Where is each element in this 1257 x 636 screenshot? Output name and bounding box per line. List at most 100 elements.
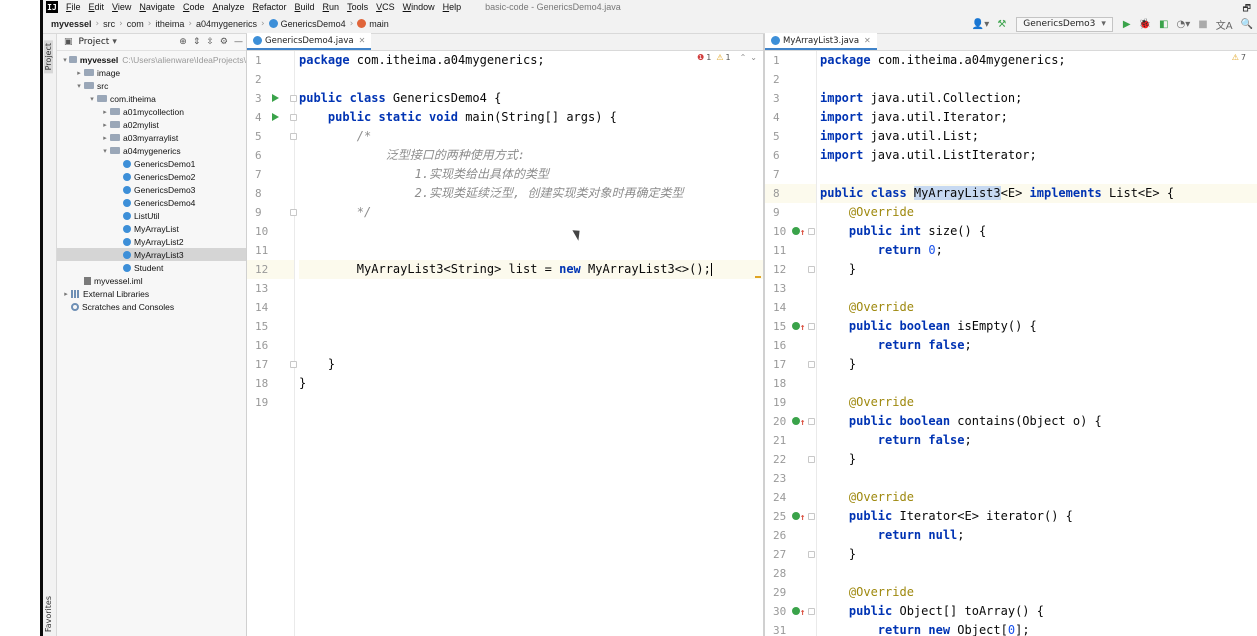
tool-tab-project[interactable]: Project xyxy=(44,40,53,74)
debug-icon[interactable]: 🐞 xyxy=(1139,19,1151,30)
tree-item-a01mycollection[interactable]: ▸ a01mycollection xyxy=(57,105,246,118)
fold-marker-icon[interactable] xyxy=(290,133,297,140)
stop-icon[interactable]: ■ xyxy=(1198,19,1207,30)
collapse-all-icon[interactable]: ⇳ xyxy=(206,37,214,47)
code-line[interactable]: public static void main(String[] args) { xyxy=(299,108,763,127)
implements-method-icon[interactable] xyxy=(792,417,800,425)
tree-item-genericsdemo1[interactable]: GenericsDemo1 xyxy=(57,157,246,170)
run-gutter-icon[interactable] xyxy=(272,94,279,102)
expand-arrow-icon[interactable]: ▸ xyxy=(100,121,110,129)
expand-all-icon[interactable]: ⇕ xyxy=(193,37,201,47)
code-line[interactable]: } xyxy=(299,355,763,374)
warning-scroll-marker[interactable] xyxy=(755,276,761,278)
fold-marker-icon[interactable] xyxy=(808,608,815,615)
expand-arrow-icon[interactable]: ▾ xyxy=(100,147,110,155)
tree-item-myvessel[interactable]: ▾ myvessel C:\Users\alienware\IdeaProjects… xyxy=(57,53,246,66)
fold-marker-icon[interactable] xyxy=(290,95,297,102)
tree-item-myarraylist3[interactable]: MyArrayList3 xyxy=(57,248,246,261)
tree-item-a04mygenerics[interactable]: ▾ a04mygenerics xyxy=(57,144,246,157)
code-line[interactable]: return null; xyxy=(820,526,1257,545)
expand-arrow-icon[interactable]: ▸ xyxy=(100,108,110,116)
tool-tab-favorites[interactable]: Favorites xyxy=(44,596,53,632)
menu-item-analyze[interactable]: Analyze xyxy=(212,2,244,12)
code-line[interactable] xyxy=(299,70,763,89)
code-line[interactable]: import java.util.Iterator; xyxy=(820,108,1257,127)
fold-marker-icon[interactable] xyxy=(290,114,297,121)
code-line[interactable]: @Override xyxy=(820,203,1257,222)
implements-method-icon[interactable] xyxy=(792,607,800,615)
gear-icon[interactable]: ⚙ xyxy=(220,37,228,47)
tree-item-a02mylist[interactable]: ▸ a02mylist xyxy=(57,118,246,131)
breadcrumb-project[interactable]: myvessel xyxy=(51,19,92,29)
code-line[interactable]: public boolean isEmpty() { xyxy=(820,317,1257,336)
fold-marker-icon[interactable] xyxy=(808,228,815,235)
code-line[interactable]: package com.itheima.a04mygenerics; xyxy=(820,51,1257,70)
code-line[interactable] xyxy=(820,374,1257,393)
profile-icon[interactable]: ◔▾ xyxy=(1177,19,1191,30)
tree-item-genericsdemo3[interactable]: GenericsDemo3 xyxy=(57,183,246,196)
translate-icon[interactable]: 文A xyxy=(1216,17,1233,32)
hide-icon[interactable]: — xyxy=(234,37,243,47)
tree-item-listutil[interactable]: ListUtil xyxy=(57,209,246,222)
menu-item-code[interactable]: Code xyxy=(183,2,205,12)
code-line[interactable] xyxy=(820,279,1257,298)
code-line[interactable]: } xyxy=(820,545,1257,564)
code-line[interactable]: @Override xyxy=(820,488,1257,507)
fold-marker-icon[interactable] xyxy=(290,209,297,216)
breadcrumb-src[interactable]: src xyxy=(103,19,115,29)
code-line[interactable] xyxy=(820,70,1257,89)
tree-item-src[interactable]: ▾ src xyxy=(57,79,246,92)
fold-marker-icon[interactable] xyxy=(290,361,297,368)
code-line[interactable]: return false; xyxy=(820,336,1257,355)
locate-icon[interactable]: ⊕ xyxy=(179,37,187,47)
implements-method-icon[interactable] xyxy=(792,512,800,520)
code-line[interactable]: public class MyArrayList3<E> implements … xyxy=(820,184,1257,203)
tree-item-external-libraries[interactable]: ▸ External Libraries xyxy=(57,287,246,300)
tree-item-myarraylist[interactable]: MyArrayList xyxy=(57,222,246,235)
code-area[interactable]: package com.itheima.a04mygenerics; public… xyxy=(297,51,763,636)
tree-item-myvessel-iml[interactable]: myvessel.iml xyxy=(57,274,246,287)
menu-item-file[interactable]: File xyxy=(66,2,81,12)
expand-arrow-icon[interactable]: ▾ xyxy=(87,95,97,103)
code-line[interactable]: return false; xyxy=(820,431,1257,450)
close-icon[interactable]: ✕ xyxy=(864,36,871,45)
build-hammer-icon[interactable]: ⚒ xyxy=(997,19,1006,30)
code-line[interactable] xyxy=(299,317,763,336)
code-line[interactable] xyxy=(299,279,763,298)
code-line[interactable]: */ xyxy=(299,203,763,222)
code-line[interactable] xyxy=(820,469,1257,488)
tree-item-genericsdemo2[interactable]: GenericsDemo2 xyxy=(57,170,246,183)
implements-method-icon[interactable] xyxy=(792,322,800,330)
fold-marker-icon[interactable] xyxy=(808,323,815,330)
expand-arrow-icon[interactable]: ▾ xyxy=(61,56,69,64)
code-line[interactable] xyxy=(299,393,763,412)
run-icon[interactable]: ▶ xyxy=(1123,19,1131,30)
tree-item-a03myarraylist[interactable]: ▸ a03myarraylist xyxy=(57,131,246,144)
search-icon[interactable]: 🔍 xyxy=(1241,19,1253,30)
expand-arrow-icon[interactable]: ▸ xyxy=(74,69,84,77)
code-line[interactable]: @Override xyxy=(820,583,1257,602)
menu-item-build[interactable]: Build xyxy=(295,2,315,12)
code-line[interactable]: } xyxy=(820,355,1257,374)
code-line[interactable]: 2.实现类延续泛型, 创建实现类对象时再确定类型 xyxy=(299,184,763,203)
menu-item-vcs[interactable]: VCS xyxy=(376,2,395,12)
breadcrumb-itheima[interactable]: itheima xyxy=(155,19,184,29)
user-icon[interactable]: 👤▾ xyxy=(972,19,989,30)
code-line[interactable]: MyArrayList3<String> list = new MyArrayL… xyxy=(299,260,763,279)
expand-arrow-icon[interactable]: ▸ xyxy=(61,290,71,298)
tree-item-scratches-and-consoles[interactable]: Scratches and Consoles xyxy=(57,300,246,313)
implements-method-icon[interactable] xyxy=(792,227,800,235)
menu-item-refactor[interactable]: Refactor xyxy=(253,2,287,12)
menu-item-run[interactable]: Run xyxy=(323,2,340,12)
editor-tab-myarraylist3[interactable]: MyArrayList3.java ✕ xyxy=(765,33,877,50)
code-line[interactable]: public Iterator<E> iterator() { xyxy=(820,507,1257,526)
breadcrumb-method[interactable]: main xyxy=(357,19,389,29)
chevron-down-icon[interactable]: ▾ xyxy=(112,37,117,47)
fold-marker-icon[interactable] xyxy=(808,456,815,463)
code-area[interactable]: package com.itheima.a04mygenerics; import… xyxy=(820,51,1257,636)
code-line[interactable]: return new Object[0]; xyxy=(820,621,1257,636)
fold-marker-icon[interactable] xyxy=(808,551,815,558)
code-line[interactable]: public Object[] toArray() { xyxy=(820,602,1257,621)
code-line[interactable]: package com.itheima.a04mygenerics; xyxy=(299,51,763,70)
fold-marker-icon[interactable] xyxy=(808,513,815,520)
